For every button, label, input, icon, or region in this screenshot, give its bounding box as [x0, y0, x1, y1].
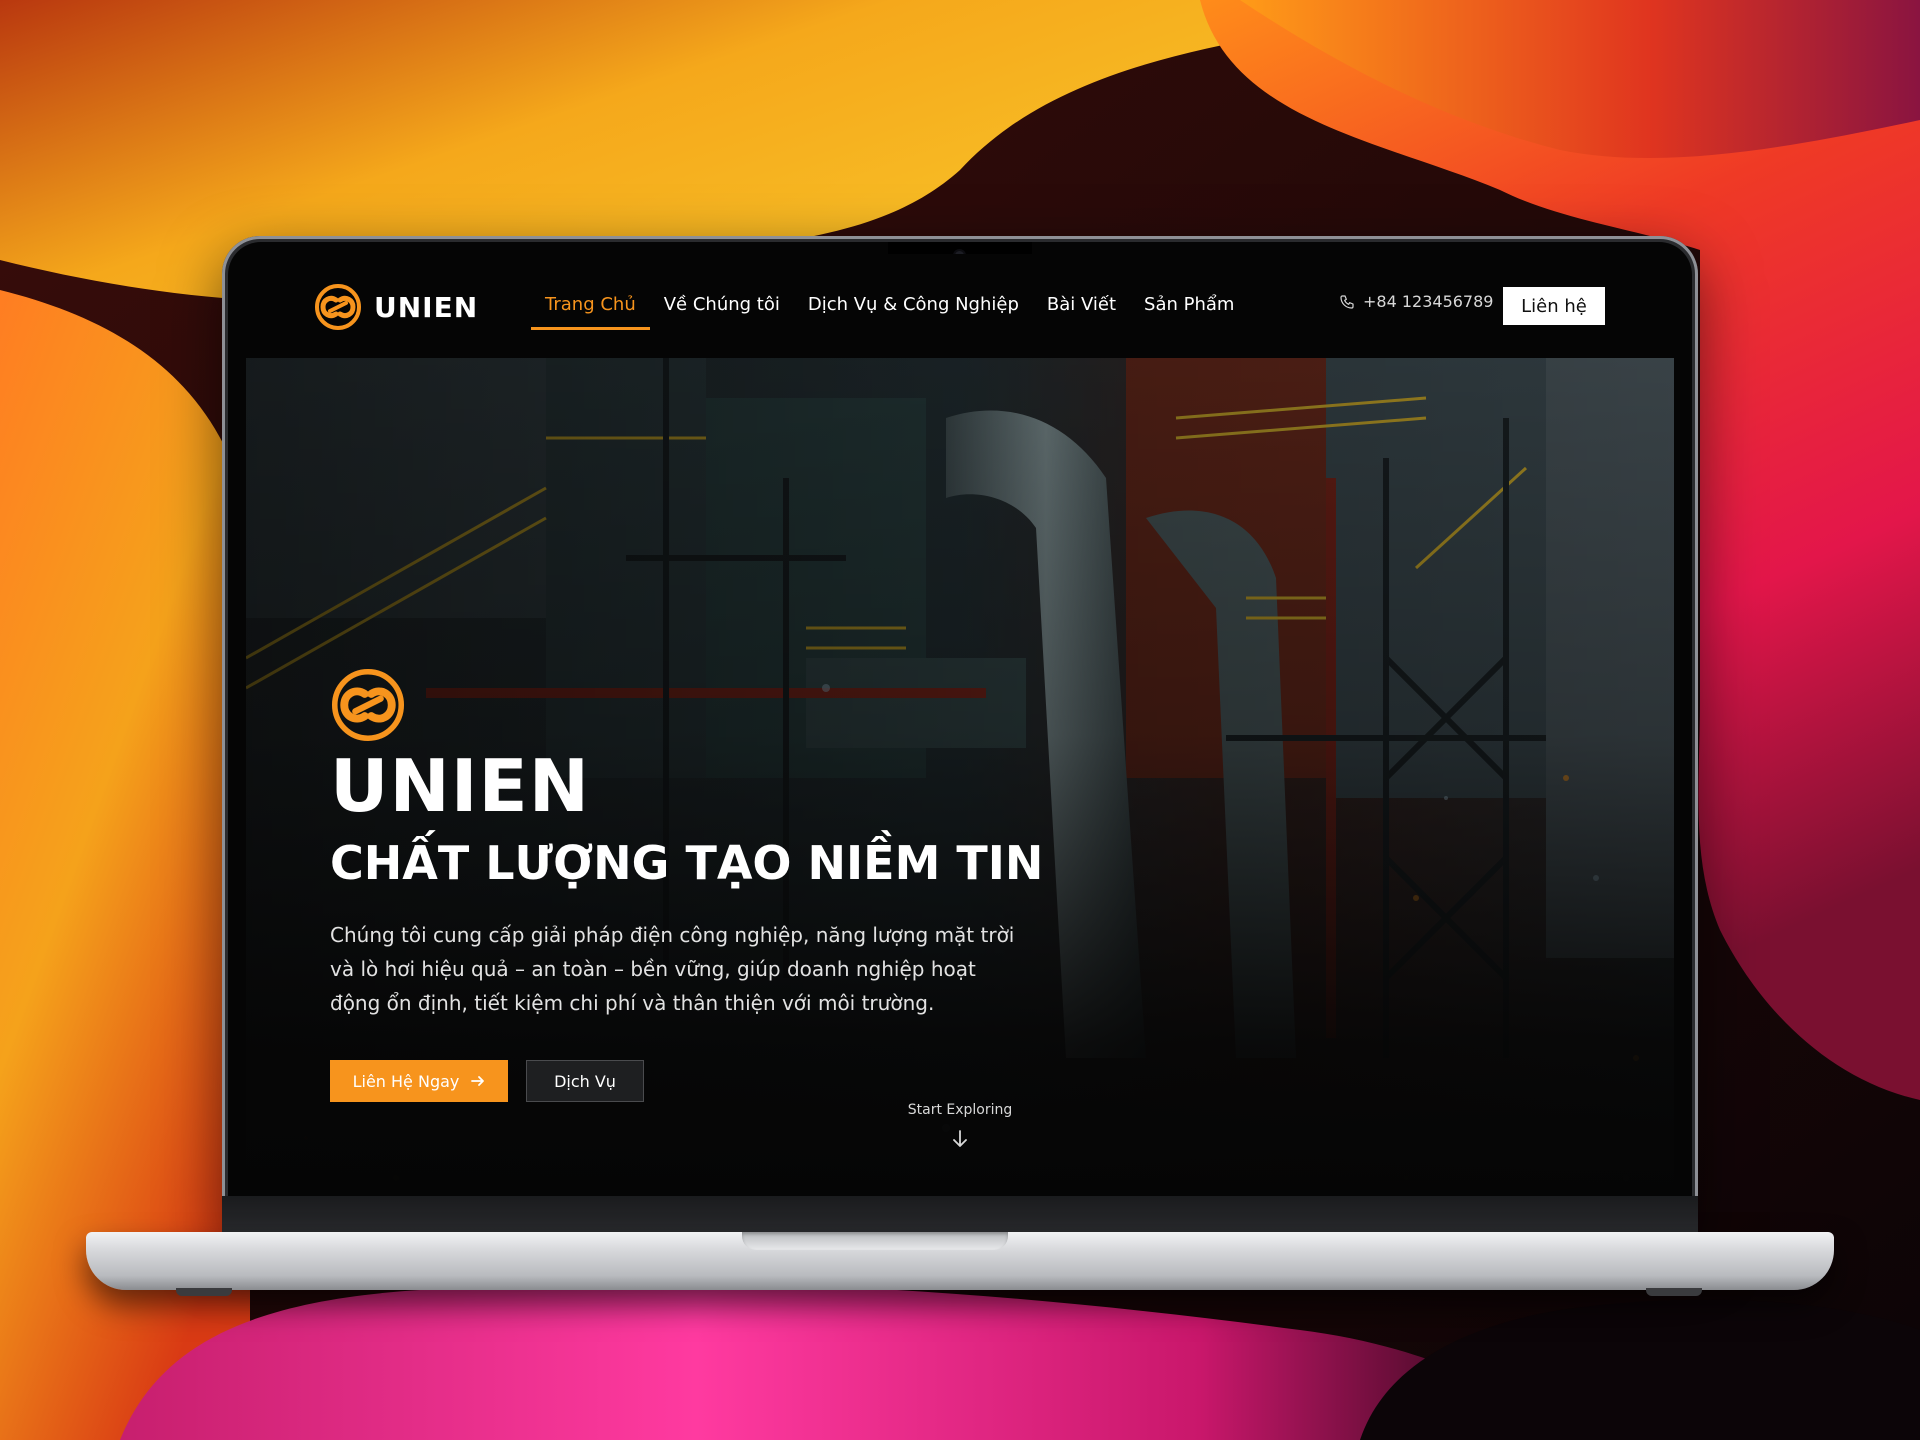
scene: UNIEN Trang Chủ Về Chúng tôi Dịch Vụ & C… [0, 0, 1920, 1440]
hero-section: UNIEN CHẤT LƯỢNG TẠO NIỀM TIN Chúng tôi … [246, 358, 1674, 1196]
nav-item-products[interactable]: Sản Phẩm [1130, 280, 1248, 330]
start-exploring-link[interactable]: Start Exploring [880, 1102, 1040, 1118]
nav-item-articles[interactable]: Bài Viết [1033, 280, 1130, 330]
hero-tagline: CHẤT LƯỢNG TẠO NIỀM TIN [330, 836, 1044, 890]
nav-item-about[interactable]: Về Chúng tôi [650, 280, 794, 330]
nav-item-services[interactable]: Dịch Vụ & Công Nghiệp [794, 280, 1033, 330]
nav-item-home[interactable]: Trang Chủ [531, 280, 650, 330]
arrow-down-icon[interactable] [952, 1130, 968, 1148]
phone-number: +84 123456789 [1363, 292, 1494, 311]
laptop-foot-left [176, 1288, 232, 1296]
laptop-opening-notch [742, 1232, 1008, 1250]
linked-rings-logo-icon [315, 284, 361, 330]
phone-number-link[interactable]: +84 123456789 [1339, 292, 1493, 311]
phone-icon [1340, 294, 1354, 309]
services-button[interactable]: Dịch Vụ [526, 1060, 644, 1102]
main-nav: Trang Chủ Về Chúng tôi Dịch Vụ & Công Ng… [531, 280, 1248, 330]
contact-now-button[interactable]: Liên Hệ Ngay [330, 1060, 508, 1102]
hero-brand: UNIEN [330, 744, 590, 828]
website-screen: UNIEN Trang Chủ Về Chúng tôi Dịch Vụ & C… [246, 254, 1674, 1196]
contact-button[interactable]: Liên hệ [1503, 287, 1605, 325]
logo-text: UNIEN [374, 290, 479, 324]
site-navbar: UNIEN Trang Chủ Về Chúng tôi Dịch Vụ & C… [246, 254, 1674, 358]
contact-now-label: Liên Hệ Ngay [352, 1071, 460, 1091]
laptop-foot-right [1646, 1288, 1702, 1296]
laptop-hinge [222, 1196, 1698, 1236]
hero-description: Chúng tôi cung cấp giải pháp điện công n… [330, 923, 1015, 1015]
arrow-right-icon [471, 1076, 485, 1086]
site-logo[interactable]: UNIEN [314, 284, 478, 330]
hero-linked-rings-logo-icon [331, 668, 405, 742]
